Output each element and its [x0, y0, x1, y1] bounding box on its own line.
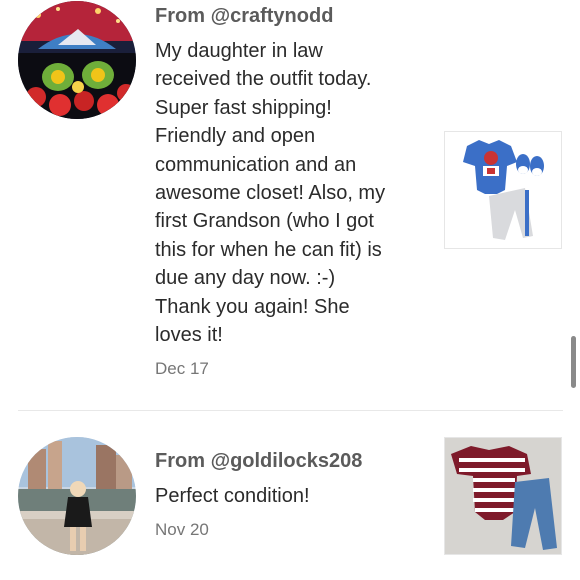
- listing-thumbnail[interactable]: [444, 437, 562, 555]
- review-item: From @goldilocks208 Perfect condition! N…: [0, 411, 580, 580]
- message-line: this for when he can fit) is: [155, 238, 382, 261]
- reviews-page: From @craftynodd My daughter in law rece…: [0, 0, 580, 580]
- avatar-turtles-image: [18, 1, 136, 119]
- message-line: communication and an: [155, 153, 357, 176]
- message-line: Friendly and open: [155, 125, 316, 148]
- review-message: Perfect condition!: [155, 482, 427, 510]
- listing-thumbnail[interactable]: [444, 131, 562, 249]
- baby-romper-image: [445, 438, 561, 554]
- message-line: My daughter in law: [155, 40, 323, 62]
- message-line: due any day now. :-): [155, 267, 336, 290]
- message-line: first Grandson (who I got: [155, 210, 374, 233]
- review-content: From @craftynodd My daughter in law rece…: [155, 3, 427, 380]
- message-line: Thank you again! She: [155, 295, 350, 318]
- review-item: From @craftynodd My daughter in law rece…: [0, 0, 580, 410]
- from-label: From: [155, 450, 205, 472]
- avatar-person-image: [18, 437, 136, 555]
- baby-outfit-image: [445, 132, 561, 248]
- reviewer-handle-link[interactable]: @craftynodd: [211, 5, 334, 27]
- review-author-line: From @craftynodd: [155, 3, 427, 29]
- review-date: Nov 20: [155, 520, 209, 540]
- review-author-line: From @goldilocks208: [155, 448, 427, 474]
- reviewer-avatar[interactable]: [18, 1, 136, 119]
- message-line: Perfect condition!: [155, 485, 310, 507]
- message-line: Super fast shipping!: [155, 96, 332, 119]
- from-label: From: [155, 5, 205, 27]
- message-line: awesome closet! Also, my: [155, 182, 386, 205]
- reviewer-avatar[interactable]: [18, 437, 136, 555]
- reviewer-handle-link[interactable]: @goldilocks208: [211, 450, 363, 472]
- review-content: From @goldilocks208 Perfect condition! N…: [155, 448, 427, 541]
- message-line: loves it!: [155, 324, 223, 347]
- review-date: Dec 17: [155, 359, 209, 379]
- message-line: received the outfit today.: [155, 68, 372, 91]
- scrollbar-thumb[interactable]: [571, 336, 576, 388]
- review-message: My daughter in law received the outfit t…: [155, 37, 427, 349]
